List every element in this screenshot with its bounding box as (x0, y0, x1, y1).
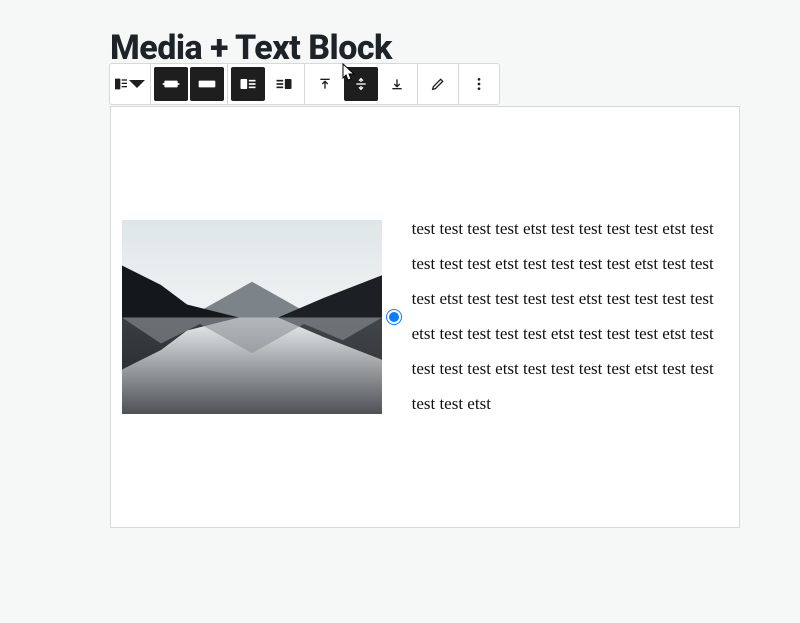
text-column[interactable]: test test test test etst test test test … (394, 198, 739, 435)
media-right-button[interactable] (267, 67, 301, 101)
media-text-block[interactable]: test test test test etst test test test … (110, 106, 740, 528)
valign-top-button[interactable] (308, 67, 342, 101)
media-left-button[interactable] (231, 67, 265, 101)
resize-handle[interactable] (387, 310, 401, 324)
cursor-icon (340, 62, 358, 86)
align-full-button[interactable] (190, 67, 224, 101)
media-image[interactable] (122, 220, 382, 415)
edit-url-button[interactable] (421, 67, 455, 101)
align-wide-button[interactable] (154, 67, 188, 101)
media-text-container: test test test test etst test test test … (111, 107, 739, 527)
block-type-selector[interactable] (113, 67, 147, 101)
valign-bottom-button[interactable] (380, 67, 414, 101)
page-title: Media + Text Block (110, 28, 740, 68)
chevron-down-icon (127, 74, 147, 94)
block-toolbar (109, 63, 500, 105)
more-options-button[interactable] (462, 67, 496, 101)
media-column[interactable] (111, 220, 394, 415)
paragraph-text[interactable]: test test test test etst test test test … (412, 212, 721, 421)
